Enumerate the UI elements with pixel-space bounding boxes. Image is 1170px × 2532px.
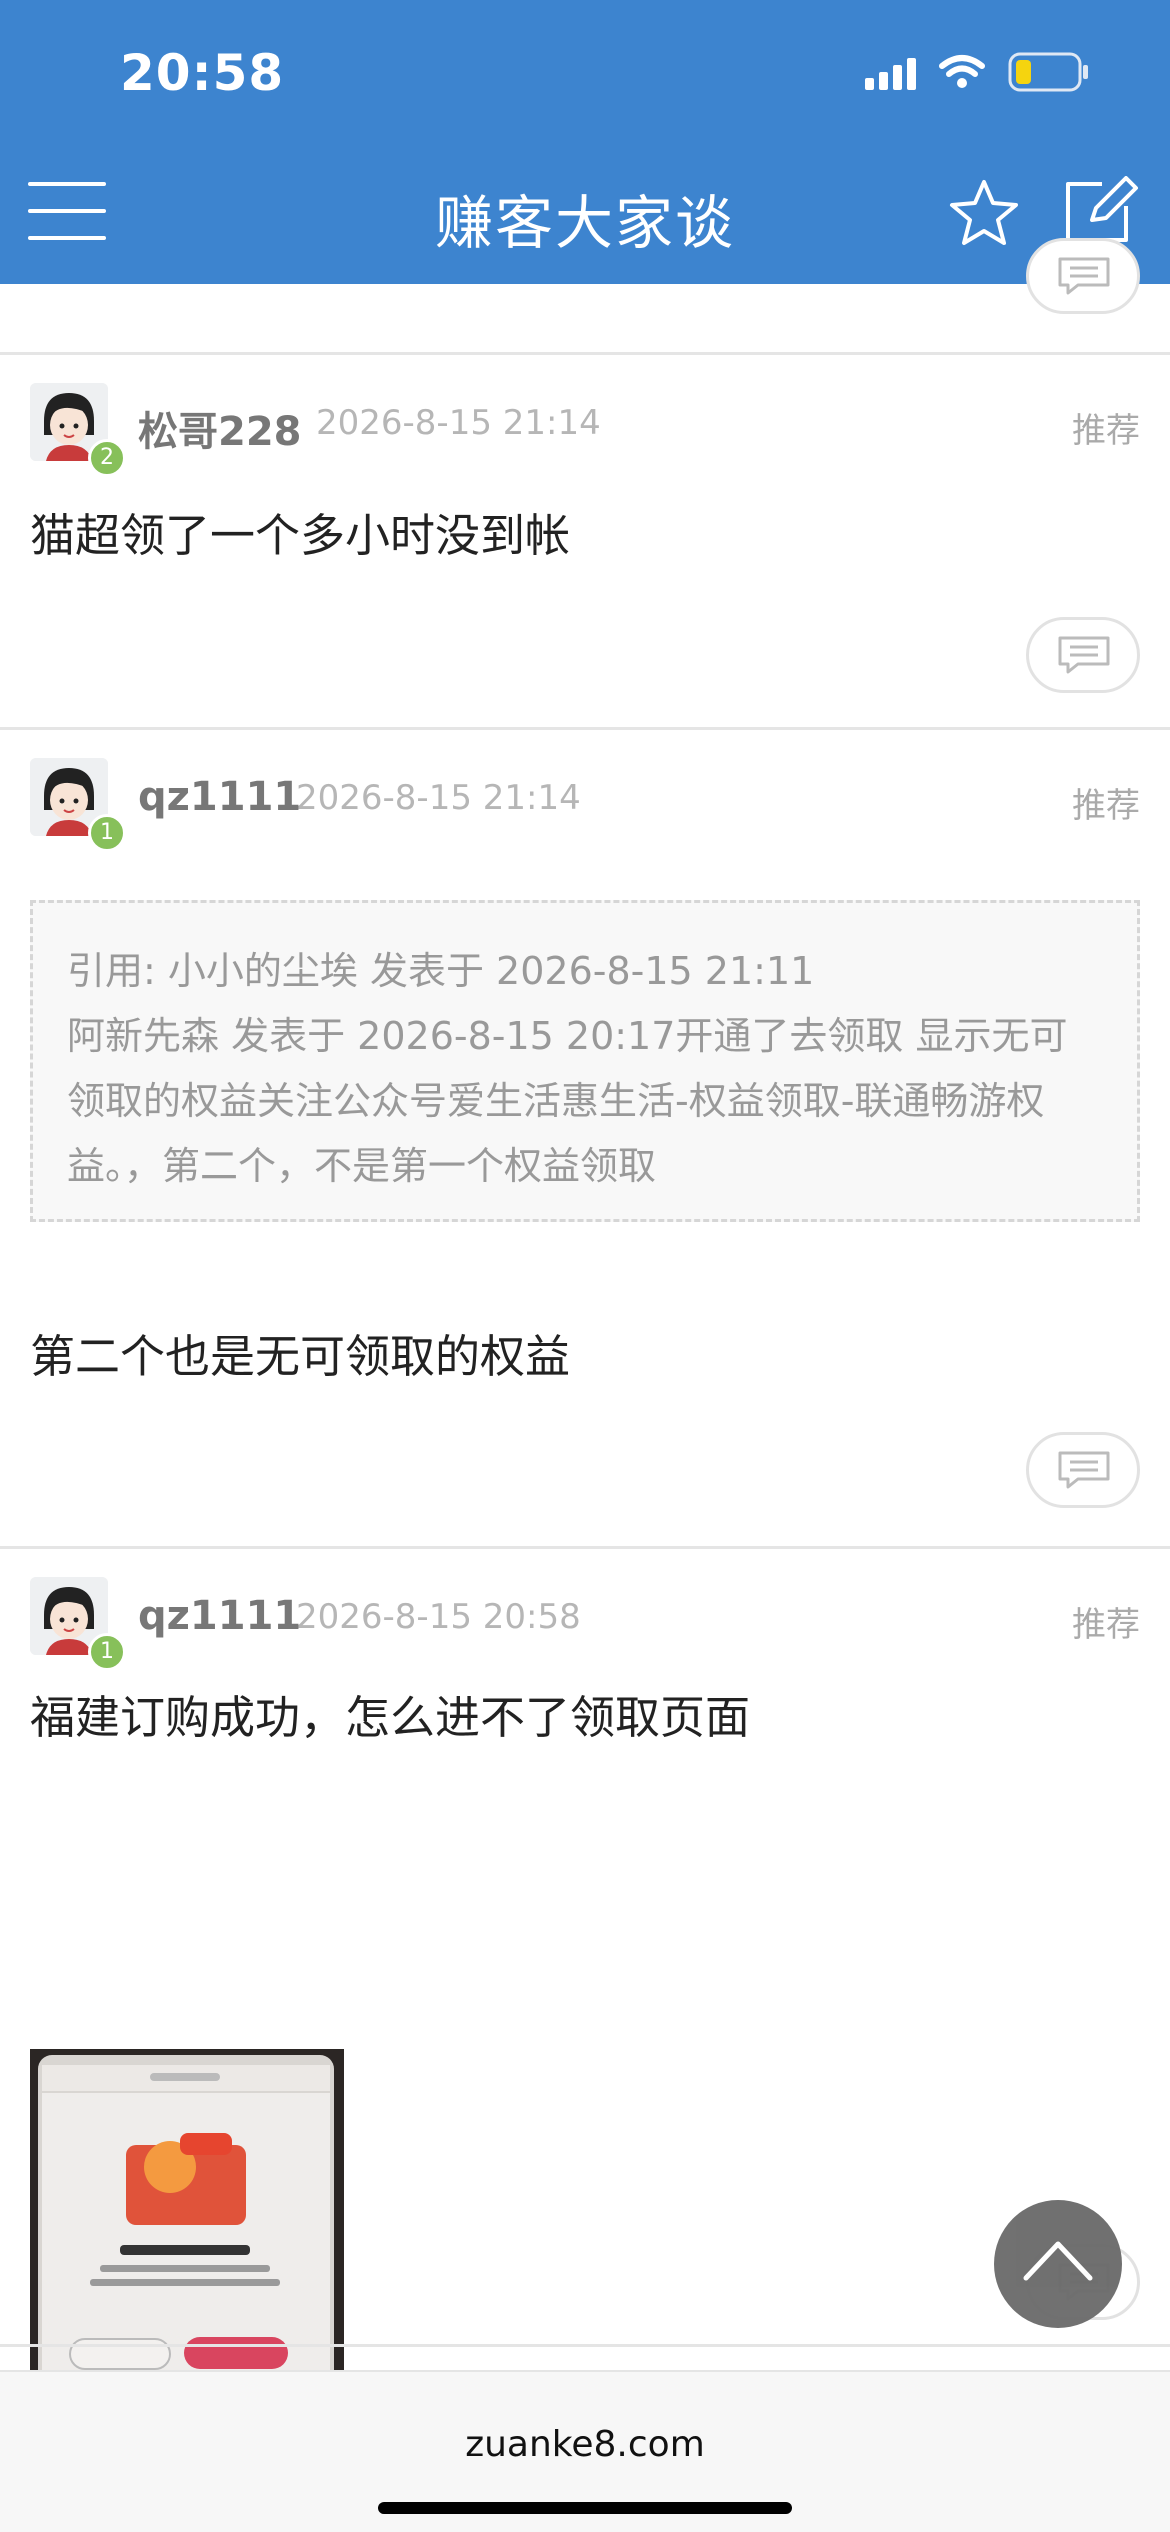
post-timestamp: 2026-8-15 21:14 (296, 778, 581, 818)
home-indicator[interactable] (378, 2502, 792, 2514)
url-text[interactable]: zuanke8.com (0, 2424, 1170, 2465)
post-timestamp: 2026-8-15 21:14 (316, 403, 601, 443)
app-screen: 20:58 赚客大家谈 2 松哥228 2026-8-15 21:14 推荐 猫… (0, 0, 1170, 2532)
signal-icon (865, 54, 916, 90)
post-content: 猫超领了一个多小时没到帐 (30, 509, 571, 562)
status-time: 20:58 (120, 44, 285, 102)
avatar[interactable]: 2 (30, 383, 126, 477)
status-icons (865, 52, 1090, 92)
reply-button[interactable] (1026, 1432, 1140, 1508)
recommend-button[interactable]: 推荐 (1072, 778, 1140, 827)
recommend-button[interactable]: 推荐 (1072, 403, 1140, 452)
quote-header: 引用: 小小的尘埃 发表于 2026-8-15 21:11 (67, 949, 815, 993)
post-timestamp: 2026-8-15 20:58 (296, 1597, 581, 1637)
quote-body: 阿新先森 发表于 2026-8-15 20:17开通了去领取 显示无可领取的权益… (67, 1014, 1068, 1188)
quote-block: 引用: 小小的尘埃 发表于 2026-8-15 21:11 阿新先森 发表于 2… (30, 900, 1140, 1222)
username[interactable]: qz1111 (138, 774, 301, 820)
favorite-star-icon[interactable] (948, 178, 1020, 252)
reply-button[interactable] (1026, 238, 1140, 314)
avatar[interactable]: 1 (30, 1577, 126, 1671)
browser-address-bar: zuanke8.com (0, 2370, 1170, 2532)
header: 20:58 赚客大家谈 (0, 0, 1170, 284)
post-content: 福建订购成功，怎么进不了领取页面 (30, 1691, 751, 1744)
reply-button[interactable] (1026, 617, 1140, 693)
divider (0, 1546, 1170, 1549)
battery-icon (1008, 52, 1090, 92)
level-badge: 1 (88, 814, 126, 852)
comment-icon (1058, 636, 1110, 674)
level-badge: 2 (88, 439, 126, 477)
comment-icon (1058, 1451, 1110, 1489)
scroll-top-button[interactable] (994, 2200, 1122, 2328)
username[interactable]: qz1111 (138, 1593, 301, 1639)
chevron-up-icon (1023, 2241, 1093, 2281)
recommend-button[interactable]: 推荐 (1072, 1597, 1140, 1646)
username[interactable]: 松哥228 (138, 399, 302, 457)
post-content: 第二个也是无可领取的权益 (30, 1330, 571, 1383)
wifi-icon (938, 54, 986, 90)
divider (0, 352, 1170, 355)
level-badge: 1 (88, 1633, 126, 1671)
avatar[interactable]: 1 (30, 758, 126, 852)
divider (0, 727, 1170, 730)
divider (0, 2344, 1170, 2347)
